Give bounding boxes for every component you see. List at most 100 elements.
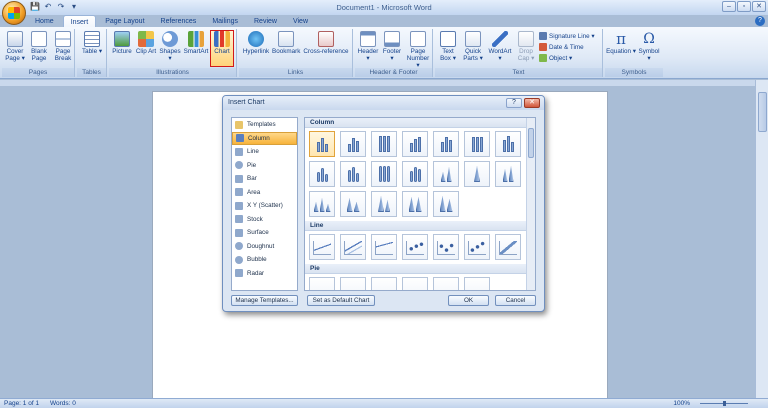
chart-thumb-clustered-cylinder[interactable] <box>309 161 335 187</box>
zoom-slider[interactable] <box>694 401 754 406</box>
bookmark-button[interactable]: Bookmark <box>272 31 300 55</box>
redo-icon[interactable]: ↷ <box>56 2 66 12</box>
pie-row <box>309 277 490 290</box>
page-number-button[interactable]: Page Number ▾ <box>405 31 431 69</box>
category-stock[interactable]: Stock <box>232 213 297 227</box>
chart-thumb-3d-line[interactable] <box>495 234 521 260</box>
drop-cap-icon <box>518 31 534 47</box>
save-icon[interactable]: 💾 <box>30 2 40 12</box>
section-column: Column <box>305 118 526 128</box>
scroll-thumb[interactable] <box>758 92 767 132</box>
help-icon[interactable]: ? <box>755 16 765 26</box>
line-chart-icon <box>235 147 243 156</box>
header-button[interactable]: Header ▾ <box>357 31 379 62</box>
maximize-button[interactable]: ▫ <box>737 1 751 12</box>
chart-thumb-100-stacked-line[interactable] <box>371 234 397 260</box>
page-break-button[interactable]: Page Break <box>52 31 74 62</box>
chart-thumb-100-stacked-line-markers[interactable] <box>464 234 490 260</box>
zoom-knob[interactable] <box>723 401 726 406</box>
chart-thumb-stacked-column[interactable] <box>340 131 366 157</box>
wordart-button[interactable]: WordArt ▾ <box>487 31 513 62</box>
cancel-button[interactable]: Cancel <box>495 295 536 306</box>
chart-thumb-pie-of-pie[interactable] <box>371 277 397 290</box>
chart-thumb-exploded-pie[interactable] <box>402 277 428 290</box>
dialog-help-button[interactable]: ? <box>506 98 522 108</box>
gallery-scroll-thumb[interactable] <box>528 128 534 158</box>
gallery-scrollbar[interactable] <box>526 118 535 290</box>
blank-page-button[interactable]: Blank Page <box>28 31 50 62</box>
office-button[interactable] <box>2 1 26 25</box>
chart-thumb-pie[interactable] <box>309 277 335 290</box>
set-default-chart-button[interactable]: Set as Default Chart <box>307 295 375 306</box>
table-button[interactable]: Table ▾ <box>81 31 103 55</box>
chart-thumb-3d-cone[interactable] <box>309 191 335 217</box>
category-area[interactable]: Area <box>232 186 297 200</box>
chart-thumb-stacked-cylinder[interactable] <box>340 161 366 187</box>
smartart-button[interactable]: SmartArt <box>183 31 209 55</box>
shapes-button[interactable]: Shapes ▾ <box>159 31 181 62</box>
chart-thumb-line-markers[interactable] <box>402 234 428 260</box>
object-button[interactable]: Object ▾ <box>539 54 572 62</box>
signature-line-button[interactable]: Signature Line ▾ <box>539 32 595 40</box>
text-box-button[interactable]: Text Box ▾ <box>437 31 459 62</box>
chart-thumb-clustered-pyramid[interactable] <box>340 191 366 217</box>
category-scatter[interactable]: X Y (Scatter) <box>232 199 297 213</box>
chart-thumb-3d-stacked-column[interactable] <box>433 131 459 157</box>
chart-thumb-3d-pyramid[interactable] <box>433 191 459 217</box>
column-row-3 <box>309 191 459 217</box>
chart-thumb-bar-of-pie[interactable] <box>464 277 490 290</box>
quick-parts-button[interactable]: Quick Parts ▾ <box>461 31 485 62</box>
hyperlink-button[interactable]: Hyperlink <box>241 31 271 55</box>
picture-button[interactable]: Picture <box>111 31 133 55</box>
chart-thumb-100-stacked-pyramid[interactable] <box>402 191 428 217</box>
category-doughnut[interactable]: Doughnut <box>232 240 297 254</box>
minimize-button[interactable]: – <box>722 1 736 12</box>
date-time-button[interactable]: Date & Time <box>539 43 584 51</box>
equation-button[interactable]: π Equation ▾ <box>606 31 636 55</box>
chart-thumb-line[interactable] <box>309 234 335 260</box>
category-bubble[interactable]: Bubble <box>232 253 297 267</box>
symbol-button[interactable]: Ω Symbol ▾ <box>637 31 661 62</box>
cross-reference-button[interactable]: Cross-reference <box>302 31 350 55</box>
chart-thumb-3d-exploded-pie[interactable] <box>433 277 459 290</box>
category-column[interactable]: Column <box>232 131 297 145</box>
clip-art-icon <box>138 31 154 47</box>
chart-thumb-100-stacked-cylinder[interactable] <box>371 161 397 187</box>
category-templates[interactable]: Templates <box>232 118 297 132</box>
cover-page-button[interactable]: Cover Page ▾ <box>4 31 26 62</box>
undo-icon[interactable]: ↶ <box>43 2 53 12</box>
dialog-close-button[interactable]: ✕ <box>524 98 540 108</box>
chart-thumb-stacked-pyramid[interactable] <box>371 191 397 217</box>
chart-thumb-clustered-column[interactable] <box>309 131 335 157</box>
category-bar[interactable]: Bar <box>232 172 297 186</box>
category-surface[interactable]: Surface <box>232 226 297 240</box>
category-radar[interactable]: Radar <box>232 267 297 281</box>
chart-thumb-3d-cylinder[interactable] <box>402 161 428 187</box>
chart-button[interactable]: Chart <box>210 30 234 67</box>
chart-thumb-3d-100-stacked-column[interactable] <box>464 131 490 157</box>
clip-art-button[interactable]: Clip Art <box>135 31 157 55</box>
page-count[interactable]: Page: 1 of 1 <box>4 400 39 407</box>
close-button[interactable]: ✕ <box>752 1 766 12</box>
category-line[interactable]: Line <box>232 145 297 159</box>
chart-thumb-100-stacked-cone[interactable] <box>495 161 521 187</box>
word-count[interactable]: Words: 0 <box>50 400 76 407</box>
footer-button[interactable]: Footer ▾ <box>381 31 403 62</box>
chart-thumb-3d-clustered-column[interactable] <box>402 131 428 157</box>
chart-thumb-stacked-cone[interactable] <box>464 161 490 187</box>
ok-button[interactable]: OK <box>448 295 489 306</box>
chart-thumb-stacked-line[interactable] <box>340 234 366 260</box>
customize-qat-icon[interactable]: ▾ <box>69 2 79 12</box>
chart-category-list: Templates Column Line Pie Bar Area X Y (… <box>231 117 298 291</box>
dialog-title: Insert Chart <box>223 96 544 110</box>
chart-thumb-3d-pie[interactable] <box>340 277 366 290</box>
chart-thumb-3d-column[interactable] <box>495 131 521 157</box>
vertical-scrollbar[interactable] <box>755 80 768 398</box>
manage-templates-button[interactable]: Manage Templates... <box>231 295 298 306</box>
chart-gallery: Column Line Pie <box>304 117 536 291</box>
chart-thumb-stacked-line-markers[interactable] <box>433 234 459 260</box>
chart-thumb-100-stacked-column[interactable] <box>371 131 397 157</box>
chart-thumb-clustered-cone[interactable] <box>433 161 459 187</box>
zoom-level[interactable]: 100% <box>673 400 690 407</box>
category-pie[interactable]: Pie <box>232 159 297 173</box>
